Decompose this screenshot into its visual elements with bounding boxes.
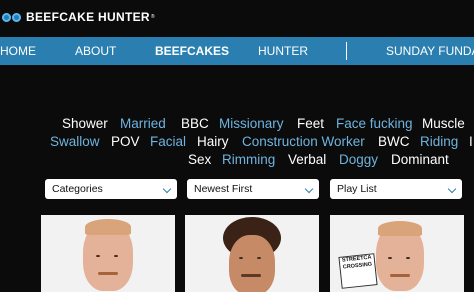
tag-link[interactable]: Muscle: [422, 116, 465, 131]
binoculars-icon: [2, 10, 22, 24]
street-sign: STREETCA CROSSING: [338, 253, 378, 289]
tag-link[interactable]: BBC: [181, 116, 209, 131]
chevron-down-icon: [304, 184, 314, 194]
logo-trademark: ®: [150, 14, 155, 20]
tag-link[interactable]: Rimming: [222, 152, 275, 167]
categories-select[interactable]: Categories: [45, 179, 177, 199]
tag-link[interactable]: Hairy: [197, 134, 229, 149]
chevron-down-icon: [162, 184, 172, 194]
tag-link[interactable]: Married: [120, 116, 166, 131]
nav-divider: [346, 42, 347, 60]
site-logo[interactable]: BEEFCAKE HUNTER ®: [2, 8, 155, 26]
tag-link[interactable]: BWC: [378, 134, 410, 149]
tag-link[interactable]: I: [469, 134, 473, 149]
categories-select-value: Categories: [52, 183, 103, 195]
tag-link[interactable]: Riding: [420, 134, 458, 149]
tag-link[interactable]: Sex: [188, 152, 211, 167]
model-photo: [229, 235, 275, 292]
tag-row-3: Sex Rimming Verbal Doggy Dominant: [0, 152, 474, 170]
video-thumbnail[interactable]: [185, 215, 319, 292]
tag-link[interactable]: Face fucking: [336, 116, 413, 131]
nav-about[interactable]: ABOUT: [75, 37, 116, 65]
nav-sunday-funday[interactable]: SUNDAY FUNDA: [386, 37, 474, 65]
tag-link[interactable]: Doggy: [339, 152, 378, 167]
tag-row-2: Swallow POV Facial Hairy Construction Wo…: [0, 134, 474, 152]
tag-link[interactable]: Construction Worker: [242, 134, 365, 149]
video-thumbnail[interactable]: STREETCA CROSSING: [330, 215, 464, 292]
tag-link[interactable]: Feet: [297, 116, 324, 131]
chevron-down-icon: [447, 184, 457, 194]
tag-link[interactable]: Swallow: [50, 134, 100, 149]
sort-select[interactable]: Newest First: [187, 179, 319, 199]
nav-home[interactable]: HOME: [0, 37, 36, 65]
tag-row-1: Shower Married BBC Missionary Feet Face …: [0, 116, 474, 134]
main-nav: HOME ABOUT BEEFCAKES HUNTER SUNDAY FUNDA: [0, 37, 474, 65]
video-thumbnail[interactable]: [41, 215, 175, 292]
site-header: BEEFCAKE HUNTER ®: [0, 0, 474, 36]
nav-beefcakes[interactable]: BEEFCAKES: [155, 37, 229, 65]
tag-link[interactable]: Missionary: [219, 116, 284, 131]
tag-link[interactable]: Shower: [62, 116, 108, 131]
tag-link[interactable]: Facial: [150, 134, 186, 149]
sort-select-value: Newest First: [194, 183, 253, 195]
playlist-select-value: Play List: [337, 183, 377, 195]
tag-link[interactable]: Verbal: [288, 152, 326, 167]
tag-link[interactable]: POV: [111, 134, 140, 149]
tag-link[interactable]: Dominant: [391, 152, 449, 167]
logo-text: BEEFCAKE HUNTER: [26, 10, 150, 24]
playlist-select[interactable]: Play List: [330, 179, 462, 199]
active-nav-caret-icon: [178, 58, 188, 64]
nav-hunter[interactable]: HUNTER: [258, 37, 308, 65]
